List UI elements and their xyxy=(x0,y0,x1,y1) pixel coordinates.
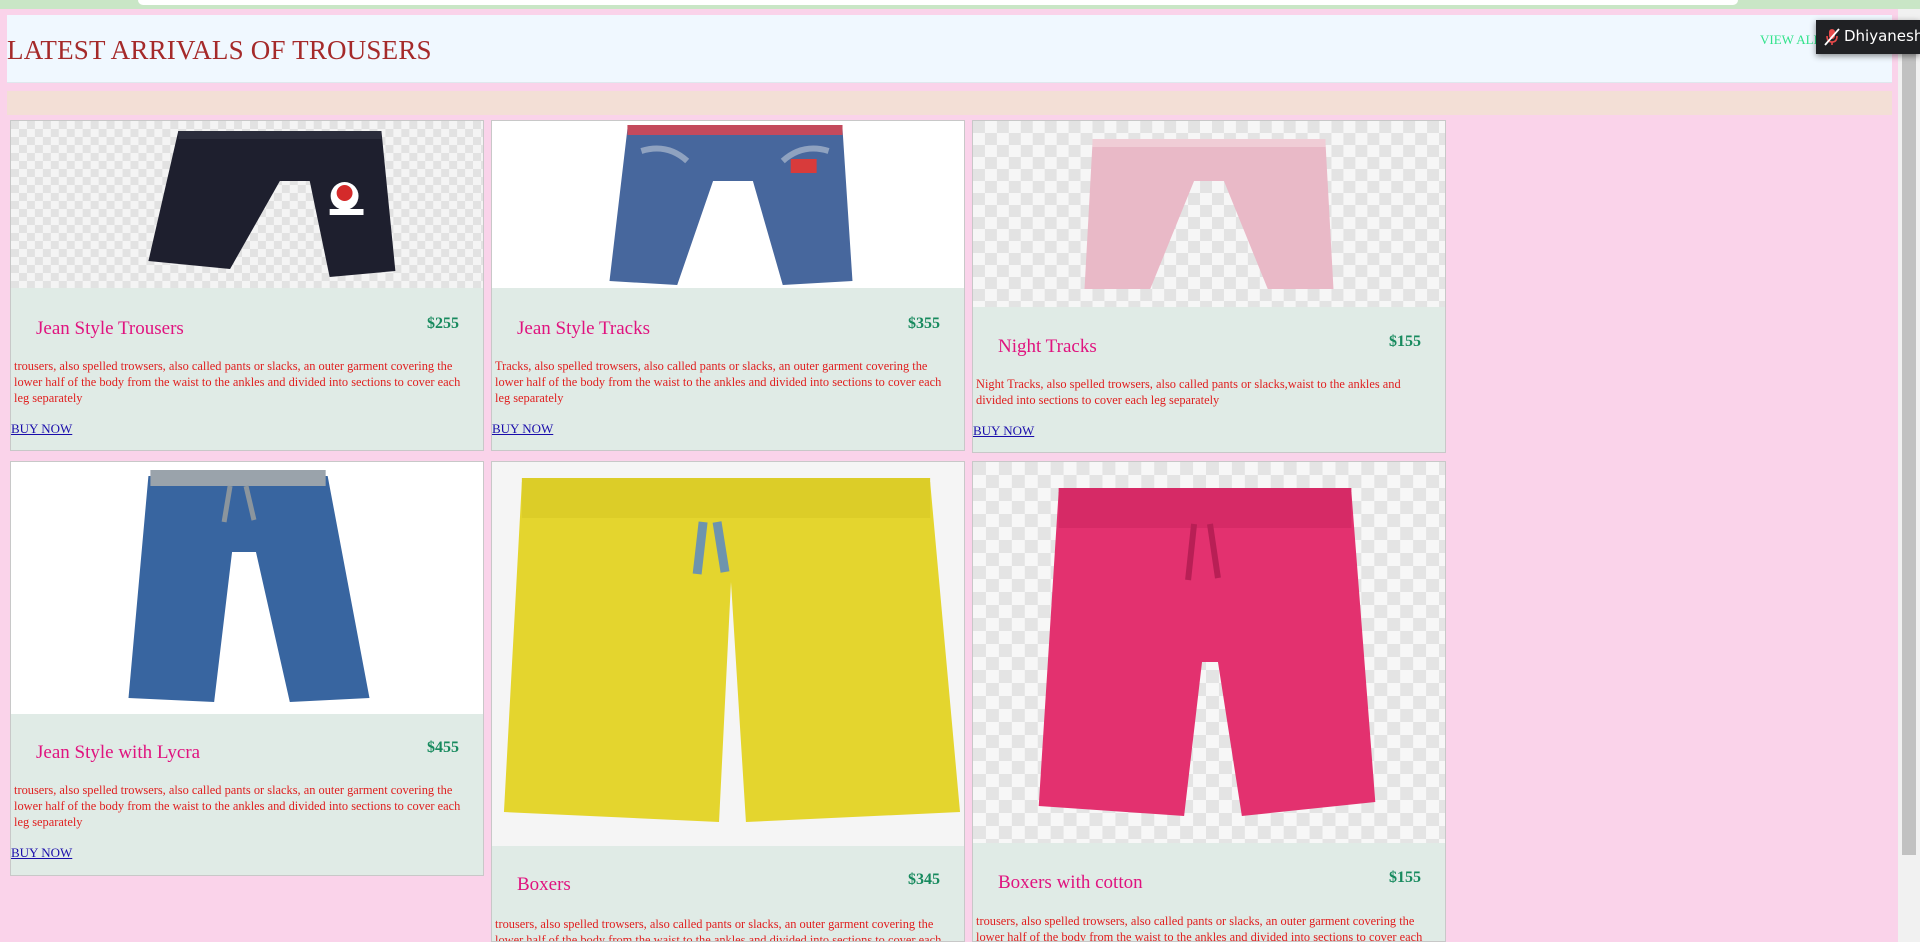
browser-top-strip xyxy=(0,0,1920,9)
product-price: $345 xyxy=(908,871,940,888)
product-name: Jean Style Trousers xyxy=(36,318,184,339)
product-image xyxy=(11,121,483,288)
muted-microphone-icon xyxy=(1824,28,1840,46)
page-title: LATEST ARRIVALS OF TROUSERS xyxy=(7,35,432,65)
product-price: $155 xyxy=(1389,869,1421,886)
user-name: Dhiyanesh xyxy=(1844,27,1920,45)
product-name: Boxers xyxy=(517,874,571,895)
address-bar-edge xyxy=(138,0,1738,5)
product-image xyxy=(492,462,964,846)
buy-now-button[interactable]: BUY NOW xyxy=(11,845,72,861)
product-description: trousers, also spelled trowsers, also ca… xyxy=(14,783,461,829)
product-description: Tracks, also spelled trowsers, also call… xyxy=(495,359,942,405)
product-price: $455 xyxy=(427,739,459,756)
product-description: trousers, also spelled trowsers, also ca… xyxy=(14,359,461,405)
product-card: Night Tracks $155 Night Tracks, also spe… xyxy=(972,120,1446,453)
product-image xyxy=(492,121,964,288)
product-description: Night Tracks, also spelled trowsers, als… xyxy=(976,377,1401,407)
product-card: Jean Style Tracks $355 Tracks, also spel… xyxy=(491,120,965,451)
product-name: Night Tracks xyxy=(998,336,1097,357)
header-divider-stripe xyxy=(7,91,1892,115)
screen-share-user-badge: Dhiyanesh xyxy=(1816,20,1920,54)
product-price: $355 xyxy=(908,315,940,332)
product-card: Jean Style Trousers $255 trousers, also … xyxy=(10,120,484,451)
product-price: $255 xyxy=(427,315,459,332)
product-card: Boxers $345 trousers, also spelled trows… xyxy=(491,461,965,942)
product-image xyxy=(973,462,1445,843)
buy-now-button[interactable]: BUY NOW xyxy=(11,421,72,437)
buy-now-button[interactable]: BUY NOW xyxy=(492,421,553,437)
product-image xyxy=(973,121,1445,307)
scrollbar-thumb[interactable] xyxy=(1902,30,1916,855)
product-description: trousers, also spelled trowsers, also ca… xyxy=(495,917,942,942)
product-name: Jean Style with Lycra xyxy=(36,742,201,763)
view-all-link[interactable]: VIEW ALL xyxy=(1760,32,1822,48)
product-name: Jean Style Tracks xyxy=(517,318,650,339)
buy-now-button[interactable]: BUY NOW xyxy=(973,423,1034,439)
product-description: trousers, also spelled trowsers, also ca… xyxy=(976,914,1423,942)
product-card: Boxers with cotton $155 trousers, also s… xyxy=(972,461,1446,942)
section-header: LATEST ARRIVALS OF TROUSERS VIEW ALL xyxy=(7,15,1892,83)
product-image xyxy=(11,462,483,714)
product-name: Boxers with cotton xyxy=(998,872,1143,893)
product-price: $155 xyxy=(1389,333,1421,350)
product-card: Jean Style with Lycra $455 trousers, als… xyxy=(10,461,484,876)
